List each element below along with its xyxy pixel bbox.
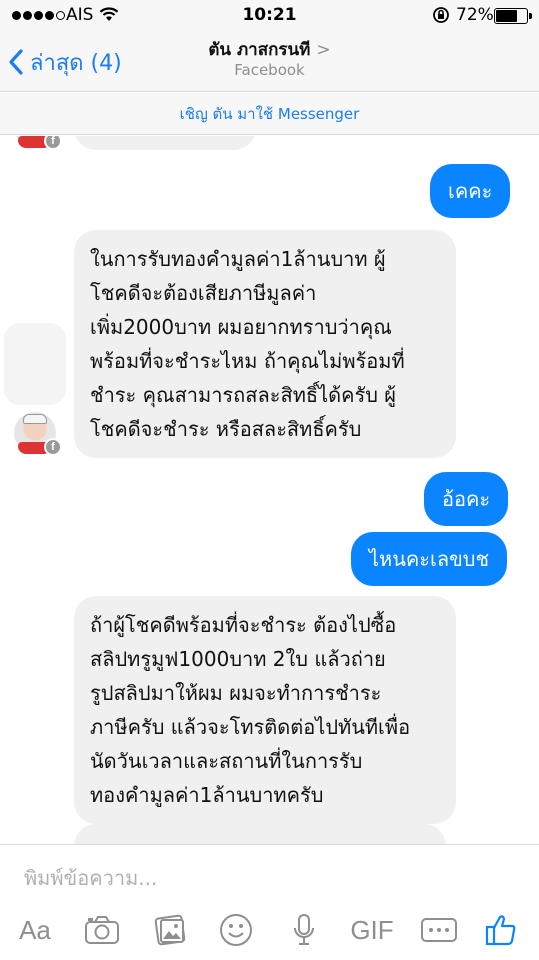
message-line: ชำระ คุณสามารถสละสิทธิ์ได้ครับ ผู้	[90, 383, 397, 407]
battery-percent: 72%	[456, 5, 494, 25]
battery-icon	[494, 8, 532, 24]
status-bar: AIS 10:21 72%	[0, 0, 539, 32]
message-bubble-outgoing[interactable]: ไหนคะเลขบช	[351, 532, 508, 586]
facebook-badge-icon: f	[44, 136, 62, 150]
sender-avatar[interactable]: f	[14, 136, 62, 150]
contact-source: Facebook	[234, 61, 305, 79]
message-line: สลิปทรูมูฟ1000บาท 2ใบ แล้วถ่าย	[90, 647, 386, 671]
text-tool-button[interactable]: Aa	[14, 909, 56, 951]
text-tool-label: Aa	[19, 914, 51, 945]
microphone-icon	[294, 914, 314, 945]
message-thread[interactable]: f เคคะ ในการรับทองคำมูลค่า1ล้านบาท ผู้ โ…	[0, 136, 539, 844]
smiley-icon	[220, 914, 252, 946]
message-line: ถ้าผู้โชคดีพร้อมที่จะชำระ ต้องไปซื้อ	[90, 613, 397, 637]
camera-button[interactable]	[82, 909, 122, 951]
rotation-lock-icon	[432, 6, 450, 29]
blank-area	[4, 323, 66, 405]
photo-gallery-icon	[154, 914, 186, 946]
invite-banner[interactable]: เชิญ ตัน มาใช้ Messenger	[0, 93, 539, 135]
message-line: นัดวันเวลาและสถานที่ในการรับ	[90, 749, 363, 773]
message-line: โชคดีจะต้องเสียภาษีมูลค่า	[90, 281, 317, 305]
previous-message-bubble	[74, 136, 256, 150]
more-options-icon	[421, 918, 457, 942]
message-bubble-incoming[interactable]: ในการรับทองคำมูลค่า1ล้านบาท ผู้ โชคดีจะต…	[74, 230, 456, 458]
composer: Aa GIF	[0, 844, 539, 960]
more-options-button[interactable]	[418, 909, 460, 951]
message-text: เคคะ	[448, 179, 493, 203]
contact-name-text: ตัน ภาสกรนที	[208, 40, 311, 60]
battery-fill	[496, 10, 517, 22]
message-line: ในการรับทองคำมูลค่า1ล้านบาท ผู้	[90, 247, 386, 271]
message-line: ทองคำมูลค่า1ล้านบาทครับ	[90, 783, 324, 807]
voice-record-button[interactable]	[284, 909, 324, 951]
contact-name[interactable]: ตัน ภาสกรนที >	[0, 36, 539, 63]
sender-avatar[interactable]: f	[14, 412, 62, 456]
next-message-bubble	[74, 824, 446, 844]
message-bubble-outgoing[interactable]: เคคะ	[430, 164, 511, 218]
sticker-button[interactable]	[216, 909, 256, 951]
camera-icon	[85, 916, 119, 944]
gif-label: GIF	[350, 914, 394, 945]
message-text: อ้อคะ	[442, 487, 491, 511]
message-text: ไหนคะเลขบช	[369, 547, 490, 571]
gif-button[interactable]: GIF	[346, 909, 398, 951]
message-line: ภาษีครับ แล้วจะโทรติดต่อไปทันทีเพื่อ	[90, 715, 411, 739]
chevron-right-icon: >	[316, 40, 331, 60]
message-bubble-outgoing[interactable]: อ้อคะ	[424, 472, 509, 526]
photo-gallery-button[interactable]	[150, 909, 190, 951]
message-line: เพิ่ม2000บาท ผมอยากทราบว่าคุณ	[90, 315, 392, 339]
message-line: รูปสลิปมาให้ผม ผมจะทำการชำระ	[90, 681, 382, 705]
facebook-badge-icon: f	[44, 438, 62, 456]
message-line: พร้อมที่จะชำระไหม ถ้าคุณไม่พร้อมที่	[90, 349, 405, 373]
like-button[interactable]	[480, 909, 522, 951]
thumbs-up-icon	[485, 915, 516, 946]
message-line: โชคดีจะชำระ หรือสละสิทธิ์ครับ	[90, 417, 362, 441]
message-input[interactable]	[24, 863, 504, 893]
composer-toolbar: Aa GIF	[0, 905, 539, 955]
message-bubble-incoming[interactable]: ถ้าผู้โชคดีพร้อมที่จะชำระ ต้องไปซื้อ สลิ…	[74, 596, 456, 824]
nav-bar: ล่าสุด (4) ตัน ภาสกรนที > Facebook	[0, 32, 539, 92]
